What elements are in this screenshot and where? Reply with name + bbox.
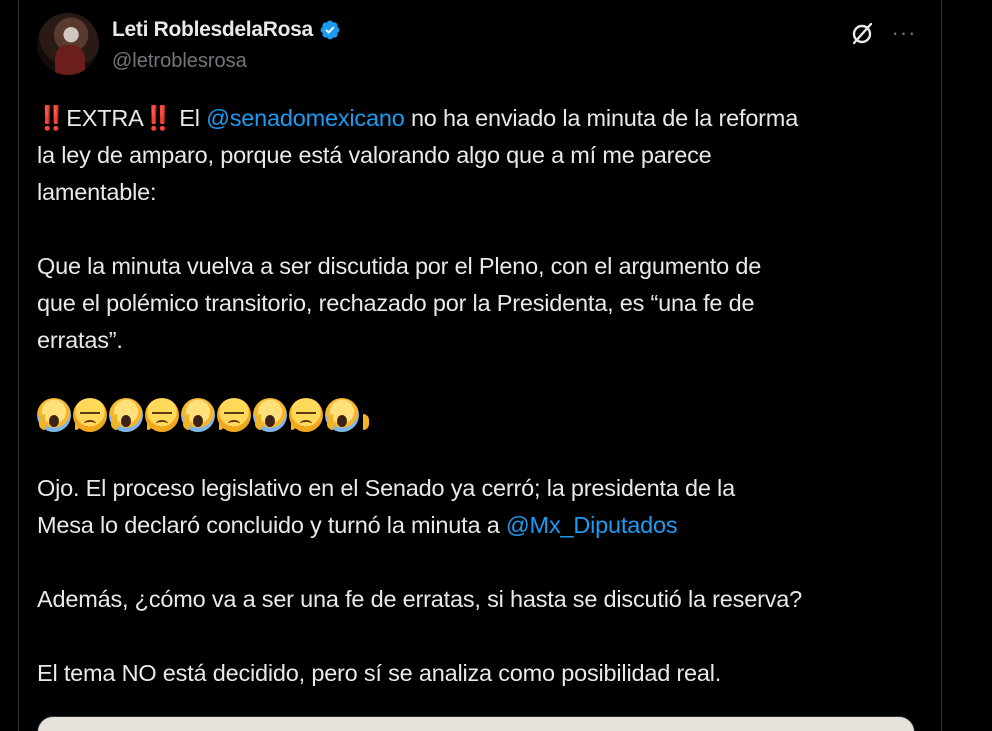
scream-face-icon: [253, 397, 297, 432]
extra-label: EXTRA: [66, 105, 144, 131]
paragraph-1-line-3: lamentable:: [37, 179, 157, 205]
author-display-name[interactable]: Leti RoblesdelaRosa: [112, 18, 313, 42]
author-handle[interactable]: @letroblesrosa: [112, 50, 247, 73]
pensive-face-icon: [217, 397, 251, 432]
scream-face-icon: [37, 397, 81, 432]
tweet-text: ‼️ EXTRA‼️ El @senadomexicano no ha envia…: [37, 100, 927, 692]
paragraph-2-line-1: Que la minuta vuelva a ser discutida por…: [37, 253, 762, 279]
paragraph-1-line-1: ‼️ EXTRA‼️ El @senadomexicano no ha envia…: [37, 105, 799, 131]
slashed-circle-icon: [852, 22, 873, 45]
timeline-right-border: [941, 0, 942, 731]
text-span: no ha enviado la minuta de la reforma: [410, 105, 799, 131]
mention-link[interactable]: @Mx_Diputados: [506, 512, 678, 538]
avatar[interactable]: [37, 13, 99, 75]
double-exclamation-icon: ‼️: [143, 105, 173, 131]
scream-face-icon: [109, 397, 153, 432]
paragraph-2-line-2: que el polémico transitorio, rechazado p…: [37, 290, 755, 316]
paragraph-6: El tema NO está decidido, pero sí se ana…: [37, 660, 722, 686]
more-options-button[interactable]: ···: [887, 18, 921, 48]
media-attachment[interactable]: [37, 716, 915, 731]
emoji-row: [37, 396, 927, 433]
paragraph-4-line-1: Ojo. El proceso legislativo en el Senado…: [37, 475, 735, 501]
scream-face-icon: [325, 397, 369, 432]
verified-badge-icon[interactable]: [319, 19, 341, 41]
paragraph-1-line-2: la ley de amparo, porque está valorando …: [37, 142, 712, 168]
mention-link[interactable]: @senadomexicano: [206, 105, 405, 131]
paragraph-4-line-2: Mesa lo declaró concluido y turnó la min…: [37, 507, 927, 544]
text-span: Mesa lo declaró concluido y turnó la min…: [37, 512, 500, 538]
scream-face-icon: [181, 397, 225, 432]
double-exclamation-icon: ‼️: [37, 105, 66, 131]
paragraph-5: Además, ¿cómo va a ser una fe de erratas…: [37, 586, 802, 612]
pensive-face-icon: [289, 397, 323, 432]
grok-button[interactable]: [847, 18, 877, 48]
pensive-face-icon: [145, 397, 179, 432]
author-name-row[interactable]: Leti RoblesdelaRosa: [112, 18, 341, 42]
paragraph-2-line-3: erratas”.: [37, 327, 123, 353]
more-dots-icon: ···: [891, 20, 917, 45]
pensive-face-icon: [73, 397, 107, 432]
tweet[interactable]: Leti RoblesdelaRosa @letroblesrosa ··· ‼…: [19, 0, 941, 731]
